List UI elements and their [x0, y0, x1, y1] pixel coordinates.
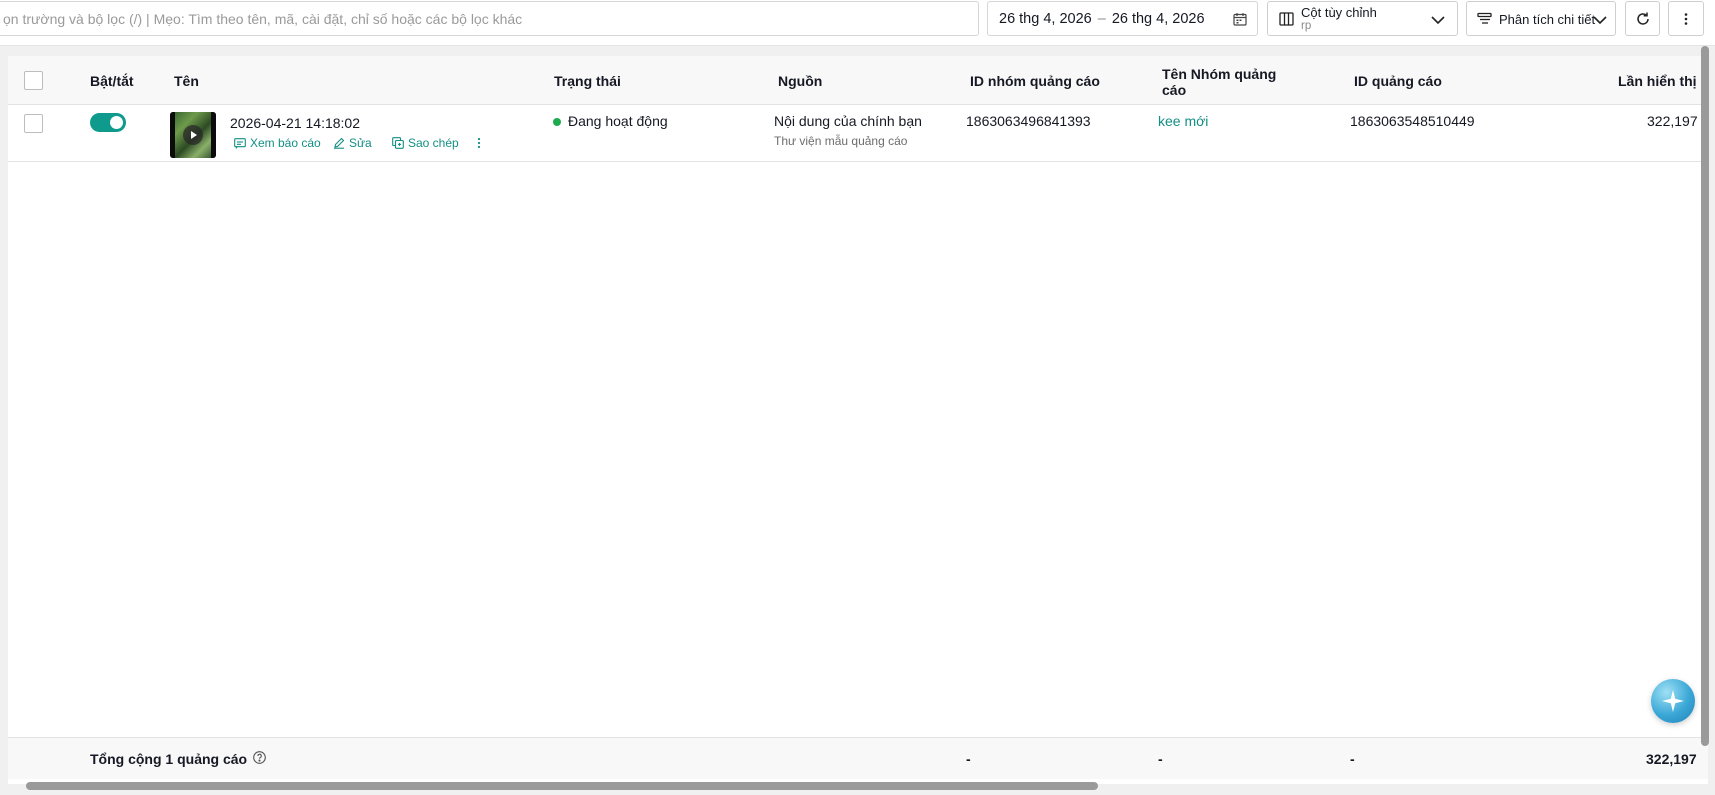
custom-columns-label: Cột tùy chỉnh: [1301, 5, 1377, 20]
ai-assistant-button[interactable]: [1651, 679, 1695, 723]
toolbar: ọn trường và bộ lọc (/) | Mẹo: Tìm theo …: [0, 0, 1715, 46]
row-checkbox[interactable]: [24, 114, 43, 133]
total-row-label: Tổng cộng 1 quảng cáo: [90, 751, 266, 767]
more-options-button[interactable]: [1668, 1, 1704, 36]
play-icon: [183, 125, 203, 145]
columns-icon: [1279, 12, 1294, 29]
vertical-scrollbar[interactable]: [1701, 46, 1709, 746]
total-adgroup-id: -: [966, 751, 971, 767]
header-status[interactable]: Trạng thái: [554, 73, 621, 89]
date-range-picker[interactable]: 26 thg 4, 2026–26 thg 4, 2026: [987, 1, 1258, 36]
copy-label: Sao chép: [408, 136, 459, 150]
status-active-dot: [553, 118, 561, 126]
adgroup-id: 1863063496841393: [966, 113, 1091, 129]
ad-video-thumbnail[interactable]: [170, 112, 216, 158]
header-adgroup-id[interactable]: ID nhóm quảng cáo: [970, 73, 1100, 89]
table-header: Bật/tắt Tên Trạng thái Nguồn ID nhóm quả…: [8, 56, 1708, 105]
report-icon: [234, 137, 246, 149]
ad-id: 1863063548510449: [1350, 113, 1475, 129]
row-more-button[interactable]: [476, 137, 482, 149]
date-end: 26 thg 4, 2026: [1111, 11, 1205, 27]
horizontal-scrollbar[interactable]: [26, 782, 1098, 790]
header-impressions[interactable]: Lần hiển thị: [1618, 73, 1697, 89]
total-impressions: 322,197: [1646, 751, 1697, 767]
impressions: 322,197: [1647, 113, 1698, 129]
view-report-label: Xem báo cáo: [250, 136, 321, 150]
copy-icon: [392, 137, 404, 149]
pencil-icon: [333, 137, 345, 149]
edit-label: Sửa: [349, 136, 372, 150]
detailed-analysis-label: Phân tích chi tiết: [1499, 12, 1596, 27]
help-icon[interactable]: [253, 751, 266, 767]
ad-name: 2026-04-21 14:18:02: [230, 115, 360, 131]
ad-source: Nội dung của chính bạn: [774, 113, 922, 129]
detailed-analysis-button[interactable]: Phân tích chi tiết: [1466, 1, 1616, 36]
edit-link[interactable]: Sửa: [333, 136, 372, 150]
refresh-button[interactable]: [1625, 1, 1660, 36]
calendar-icon: [1233, 12, 1247, 30]
total-ad-id: -: [1350, 751, 1355, 767]
analysis-icon: [1477, 12, 1492, 29]
chevron-down-icon: [1431, 13, 1445, 28]
total-label: Tổng cộng 1 quảng cáo: [90, 751, 248, 767]
more-vertical-icon: [476, 137, 482, 149]
header-adgroup-name[interactable]: Tên Nhóm quảng cáo: [1162, 66, 1276, 98]
header-source[interactable]: Nguồn: [778, 73, 822, 89]
custom-columns-dropdown[interactable]: Cột tùy chỉnh rp: [1267, 1, 1458, 36]
header-adgroup-name-line1: Tên Nhóm quảng: [1162, 66, 1277, 82]
chevron-down-icon: [1593, 13, 1607, 28]
ad-source-sub: Thư viện mẫu quảng cáo: [774, 134, 908, 148]
table-row: 2026-04-21 14:18:02 Xem báo cáo Sửa Sao …: [8, 105, 1708, 162]
copy-link[interactable]: Sao chép: [392, 136, 459, 150]
ads-table: Bật/tắt Tên Trạng thái Nguồn ID nhóm quả…: [8, 56, 1708, 784]
adgroup-name-link[interactable]: kee mới: [1158, 113, 1208, 129]
select-all-checkbox[interactable]: [24, 71, 43, 90]
total-adgroup-name: -: [1158, 751, 1163, 767]
ad-status: Đang hoạt động: [568, 113, 668, 129]
custom-columns-value: rp: [1301, 20, 1312, 32]
search-input[interactable]: ọn trường và bộ lọc (/) | Mẹo: Tìm theo …: [0, 1, 979, 36]
header-name[interactable]: Tên: [174, 73, 199, 89]
view-report-link[interactable]: Xem báo cáo: [234, 136, 321, 150]
toggle-knob: [110, 116, 123, 129]
table-footer: Tổng cộng 1 quảng cáo - - - 322,197: [8, 737, 1708, 779]
date-start: 26 thg 4, 2026: [999, 11, 1092, 27]
header-toggle[interactable]: Bật/tắt: [90, 73, 134, 89]
header-ad-id[interactable]: ID quảng cáo: [1354, 73, 1442, 89]
ad-toggle-switch[interactable]: [90, 113, 126, 132]
date-separator: –: [1097, 11, 1106, 27]
header-adgroup-name-line2: cáo: [1162, 82, 1187, 98]
